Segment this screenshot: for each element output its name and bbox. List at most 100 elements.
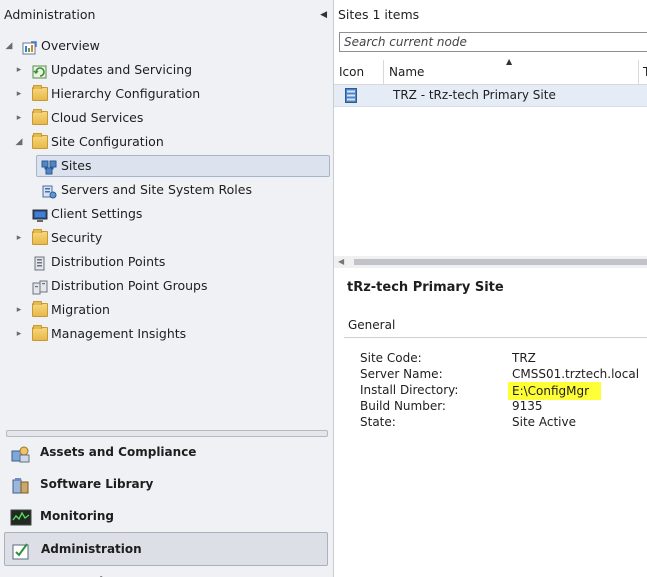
column-header-type[interactable]: T — [643, 60, 647, 84]
tree-item-cloud-services[interactable]: ▸ Cloud Services — [0, 106, 333, 130]
overview-icon — [22, 39, 38, 55]
details-pane: tRz-tech Primary Site General Site Code:… — [334, 270, 647, 577]
tree-item-security[interactable]: ▸ Security — [0, 226, 333, 250]
folder-icon — [32, 133, 48, 149]
tree-item-label: Hierarchy Configuration — [51, 86, 201, 101]
property-install-directory: Install Directory: E:\ConfigMgr — [360, 382, 647, 400]
site-icon — [345, 88, 357, 103]
workspace-switcher: Assets and Compliance Software Library M… — [0, 436, 333, 577]
column-divider[interactable] — [383, 60, 384, 84]
details-title: tRz-tech Primary Site — [347, 280, 504, 295]
workspace-assets-compliance[interactable]: Assets and Compliance — [4, 436, 328, 468]
list-title: Sites 1 items — [338, 0, 419, 30]
software-library-icon — [10, 475, 32, 494]
grid-header: Icon ▲ Name T — [334, 57, 647, 85]
collapsed-arrow-icon[interactable]: ▸ — [14, 58, 24, 82]
property-site-code: Site Code: TRZ — [360, 350, 647, 366]
monitoring-icon — [10, 507, 32, 526]
workspace-label: Administration — [41, 542, 142, 556]
workspace-label: Monitoring — [40, 509, 114, 523]
row-name-cell: TRZ - tRz-tech Primary Site — [393, 88, 556, 102]
navigation-pane: Administration ◀ ◢ Overview ▸ Updates an… — [0, 0, 334, 577]
tree-item-overview[interactable]: ◢ Overview — [0, 34, 333, 58]
collapsed-arrow-icon[interactable]: ▸ — [14, 82, 24, 106]
property-server-name: Server Name: CMSS01.trztech.local — [360, 366, 647, 382]
tree-item-distribution-points[interactable]: Distribution Points — [0, 250, 333, 274]
tree-item-site-configuration[interactable]: ◢ Site Configuration — [0, 130, 333, 154]
collapsed-arrow-icon[interactable]: ▸ — [14, 226, 24, 250]
scroll-left-icon[interactable]: ◀ — [338, 256, 344, 268]
tree-item-label: Client Settings — [51, 206, 143, 221]
section-divider — [344, 337, 647, 338]
sites-icon — [41, 159, 57, 175]
tree-item-label: Servers and Site System Roles — [61, 182, 252, 197]
property-label: Build Number: — [360, 399, 446, 413]
workspace-software-library[interactable]: Software Library — [4, 468, 328, 500]
property-value: CMSS01.trztech.local — [512, 367, 640, 381]
folder-icon — [32, 301, 48, 317]
scrollbar-thumb[interactable] — [354, 259, 647, 265]
client-settings-icon — [32, 207, 48, 222]
administration-icon — [11, 540, 33, 560]
property-label: State: — [360, 415, 396, 429]
section-title: General — [348, 318, 396, 332]
workspace-monitoring[interactable]: Monitoring — [4, 500, 328, 532]
tree-item-servers-site-system-roles[interactable]: Servers and Site System Roles — [0, 178, 333, 202]
tree-item-migration[interactable]: ▸ Migration — [0, 298, 333, 322]
collapse-pane-icon[interactable]: ◀ — [320, 0, 327, 30]
tree-item-label: Distribution Point Groups — [51, 278, 208, 293]
property-build-number: Build Number: 9135 — [360, 398, 647, 414]
column-header-name[interactable]: Name — [389, 60, 424, 84]
workspace-label: Community — [40, 566, 117, 577]
expanded-arrow-icon[interactable]: ◢ — [4, 34, 14, 58]
property-label: Site Code: — [360, 351, 422, 365]
column-divider[interactable] — [638, 60, 639, 84]
tree-item-label: Site Configuration — [51, 134, 164, 149]
node-name: Sites — [338, 7, 369, 22]
tree-item-label: Cloud Services — [51, 110, 144, 125]
folder-icon — [32, 85, 48, 101]
tree-item-label: Security — [51, 230, 103, 245]
workspace-label: Software Library — [40, 477, 154, 491]
tree-item-distribution-point-groups[interactable]: Distribution Point Groups — [0, 274, 333, 298]
property-state: State: Site Active — [360, 414, 647, 430]
nav-header: Administration ◀ — [0, 0, 333, 30]
tree-item-updates-servicing[interactable]: ▸ Updates and Servicing — [0, 58, 333, 82]
distribution-group-icon — [32, 279, 48, 295]
property-value: Site Active — [512, 415, 576, 429]
workspace-label: Assets and Compliance — [40, 445, 197, 459]
distribution-point-icon — [32, 255, 48, 271]
nav-tree: ◢ Overview ▸ Updates and Servicing ▸ Hie… — [0, 34, 333, 346]
column-header-icon[interactable]: Icon — [339, 60, 364, 84]
tree-item-client-settings[interactable]: Client Settings — [0, 202, 333, 226]
servers-roles-icon — [41, 183, 57, 199]
folder-icon — [32, 109, 48, 125]
collapsed-arrow-icon[interactable]: ▸ — [14, 298, 24, 322]
table-row[interactable]: TRZ - tRz-tech Primary Site — [334, 85, 647, 107]
nav-title: Administration — [4, 7, 96, 22]
expanded-arrow-icon[interactable]: ◢ — [14, 130, 24, 154]
collapsed-arrow-icon[interactable]: ▸ — [14, 322, 24, 346]
horizontal-scrollbar[interactable]: ◀ — [334, 256, 647, 268]
updates-icon — [32, 63, 48, 79]
folder-icon — [32, 325, 48, 341]
tree-item-label: Updates and Servicing — [51, 62, 193, 77]
community-icon — [10, 573, 32, 577]
content-pane: Sites 1 items Search current node Icon ▲… — [334, 0, 647, 577]
search-input[interactable]: Search current node — [339, 32, 647, 52]
property-label: Install Directory: — [360, 383, 459, 397]
tree-item-label: Management Insights — [51, 326, 187, 341]
folder-icon — [32, 229, 48, 245]
tree-item-label: Migration — [51, 302, 110, 317]
workspace-community[interactable]: Community — [4, 566, 328, 577]
tree-item-sites[interactable]: Sites — [0, 154, 333, 178]
workspace-administration[interactable]: Administration — [4, 532, 328, 566]
tree-item-label: Overview — [41, 38, 100, 53]
property-label: Server Name: — [360, 367, 443, 381]
tree-item-hierarchy-configuration[interactable]: ▸ Hierarchy Configuration — [0, 82, 333, 106]
collapsed-arrow-icon[interactable]: ▸ — [14, 106, 24, 130]
property-value: TRZ — [512, 351, 536, 365]
item-count: 1 items — [372, 7, 420, 22]
property-value: 9135 — [512, 399, 543, 413]
tree-item-management-insights[interactable]: ▸ Management Insights — [0, 322, 333, 346]
